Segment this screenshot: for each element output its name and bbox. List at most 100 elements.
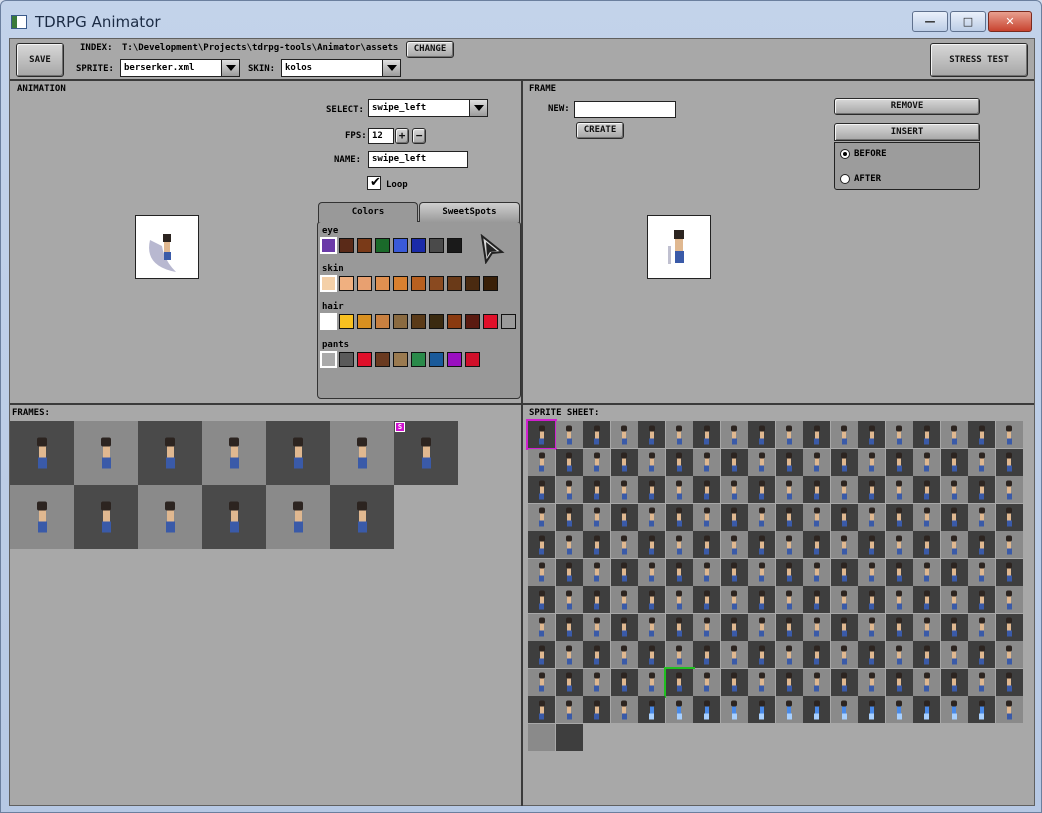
color-swatch[interactable] — [429, 276, 444, 291]
color-swatch[interactable] — [339, 352, 354, 367]
stress-test-button[interactable]: STRESS TEST — [930, 43, 1028, 77]
sprite-sheet-cell[interactable] — [995, 641, 1023, 668]
sprite-sheet-cell[interactable] — [968, 531, 995, 558]
fps-increase-button[interactable]: + — [395, 128, 409, 144]
sprite-sheet-cell[interactable] — [583, 558, 610, 586]
color-swatch[interactable] — [447, 238, 462, 253]
sprite-sheet-cell[interactable] — [748, 613, 775, 641]
sprite-sheet-cell[interactable] — [968, 558, 995, 586]
sprite-sheet-cell[interactable] — [858, 558, 885, 586]
sprite-sheet-cell[interactable] — [610, 668, 638, 696]
sprite-sheet-cell[interactable] — [555, 476, 583, 503]
sprite-sheet-cell[interactable] — [720, 421, 748, 448]
sprite-sheet-cell[interactable] — [610, 421, 638, 448]
color-swatch[interactable] — [483, 314, 498, 329]
sprite-sheet-cell[interactable] — [968, 586, 995, 613]
sprite-sheet-cell[interactable] — [885, 558, 913, 586]
sprite-sheet-cell[interactable] — [638, 696, 665, 723]
sprite-sheet-cell[interactable] — [968, 668, 995, 696]
sprite-sheet-cell[interactable] — [913, 641, 940, 668]
sprite-sheet-cell[interactable] — [775, 668, 803, 696]
sprite-sheet-cell[interactable] — [555, 421, 583, 448]
sprite-sheet-cell[interactable] — [638, 586, 665, 613]
sprite-sheet-cell[interactable] — [858, 476, 885, 503]
sprite-sheet-cell[interactable] — [858, 613, 885, 641]
chevron-down-icon[interactable] — [382, 60, 400, 76]
sprite-sheet-cell[interactable] — [940, 696, 968, 723]
sprite-sheet-cell[interactable] — [968, 421, 995, 448]
frame-cell[interactable] — [266, 485, 330, 549]
sprite-sheet-cell[interactable] — [555, 641, 583, 668]
after-radio[interactable] — [840, 174, 850, 184]
loop-checkbox[interactable]: ✔ — [367, 175, 381, 190]
sprite-sheet-cell[interactable] — [555, 531, 583, 558]
sprite-sheet-cell[interactable] — [583, 641, 610, 668]
sprite-sheet-cell[interactable] — [555, 558, 583, 586]
frame-cell[interactable] — [74, 421, 138, 485]
color-swatch[interactable] — [357, 238, 372, 253]
sprite-sheet-cell[interactable] — [885, 531, 913, 558]
color-swatch[interactable] — [357, 276, 372, 291]
sprite-sheet-cell[interactable] — [830, 696, 858, 723]
sprite-sheet-cell[interactable] — [995, 421, 1023, 448]
sprite-sheet-cell[interactable] — [913, 696, 940, 723]
sprite-sheet-cell[interactable] — [775, 421, 803, 448]
sprite-sheet-cell[interactable] — [913, 558, 940, 586]
color-swatch[interactable] — [429, 238, 444, 253]
sprite-sheet-cell[interactable] — [583, 586, 610, 613]
sprite-sheet-cell[interactable] — [995, 448, 1023, 476]
color-swatch[interactable] — [411, 314, 426, 329]
color-swatch[interactable] — [447, 352, 462, 367]
sprite-sheet-cell[interactable] — [665, 641, 693, 668]
sprite-sheet-cell[interactable] — [528, 558, 555, 586]
sprite-sheet-cell[interactable] — [748, 696, 775, 723]
sprite-sheet-cell[interactable] — [555, 723, 583, 751]
sprite-sheet-cell[interactable] — [720, 558, 748, 586]
sprite-sheet-cell[interactable] — [858, 503, 885, 531]
color-swatch[interactable] — [320, 275, 337, 292]
create-frame-button[interactable]: CREATE — [576, 122, 624, 139]
color-swatch[interactable] — [501, 314, 516, 329]
color-swatch[interactable] — [375, 276, 390, 291]
sprite-sheet-cell[interactable] — [775, 641, 803, 668]
sprite-sheet-cell[interactable] — [940, 641, 968, 668]
sprite-sheet-cell[interactable] — [610, 531, 638, 558]
sprite-sheet-cell[interactable] — [995, 503, 1023, 531]
sprite-sheet-cell[interactable] — [555, 448, 583, 476]
sprite-sheet-cell[interactable] — [748, 421, 775, 448]
sprite-sheet-cell[interactable] — [665, 476, 693, 503]
sprite-sheet-cell[interactable] — [803, 586, 830, 613]
sprite-sheet-cell[interactable] — [748, 448, 775, 476]
sprite-sheet-cell[interactable] — [665, 421, 693, 448]
sprite-sheet-cell[interactable] — [720, 476, 748, 503]
tab-sweetspots[interactable]: SweetSpots — [419, 202, 520, 222]
sprite-sheet-cell[interactable] — [528, 696, 555, 723]
sprite-sheet-cell[interactable] — [583, 668, 610, 696]
color-swatch[interactable] — [375, 238, 390, 253]
sprite-sheet-cell[interactable] — [940, 668, 968, 696]
sprite-sheet-cell[interactable] — [555, 696, 583, 723]
frame-cell[interactable] — [330, 485, 394, 549]
sprite-sheet-cell[interactable] — [995, 558, 1023, 586]
sprite-sheet-cell[interactable] — [803, 696, 830, 723]
sprite-sheet-cell[interactable] — [913, 476, 940, 503]
sprite-sheet-cell[interactable] — [610, 641, 638, 668]
sprite-sheet-cell[interactable] — [610, 613, 638, 641]
new-frame-input[interactable] — [574, 101, 676, 118]
frame-cell[interactable]: S — [394, 421, 458, 485]
frame-cell[interactable] — [138, 485, 202, 549]
sprite-sheet-cell[interactable] — [830, 503, 858, 531]
sprite-sheet-cell[interactable] — [995, 531, 1023, 558]
color-swatch[interactable] — [339, 314, 354, 329]
color-swatch[interactable] — [411, 276, 426, 291]
frame-cell[interactable] — [330, 421, 394, 485]
sprite-sheet-cell[interactable] — [748, 586, 775, 613]
remove-frame-button[interactable]: REMOVE — [834, 98, 980, 115]
color-swatch[interactable] — [339, 238, 354, 253]
sprite-sheet-cell[interactable] — [638, 421, 665, 448]
sprite-sheet-cell[interactable] — [720, 696, 748, 723]
sprite-sheet-cell[interactable] — [638, 558, 665, 586]
sprite-sheet-cell[interactable] — [968, 448, 995, 476]
chevron-down-icon[interactable] — [469, 100, 487, 116]
sprite-sheet-cell[interactable] — [720, 448, 748, 476]
